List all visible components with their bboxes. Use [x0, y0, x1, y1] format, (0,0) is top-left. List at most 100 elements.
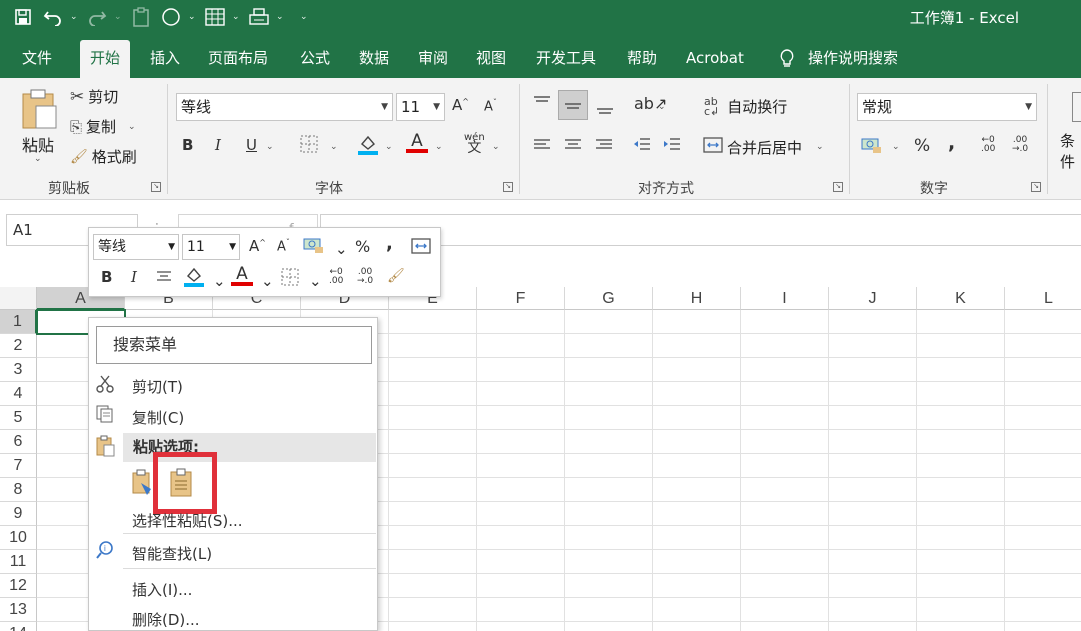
- tab-view[interactable]: 视图: [466, 40, 516, 78]
- menu-item-copy[interactable]: 复制(C): [132, 407, 184, 428]
- row-header[interactable]: 11: [0, 550, 37, 574]
- alignment-launcher-icon[interactable]: ↘: [833, 182, 843, 192]
- font-size-combo[interactable]: 11 ▼: [396, 93, 445, 121]
- undo-icon[interactable]: [40, 4, 66, 30]
- font-color-icon[interactable]: A: [231, 266, 253, 286]
- increase-decimal-icon[interactable]: ←0.00: [329, 268, 343, 286]
- border-icon[interactable]: [281, 268, 299, 290]
- menu-item-insert[interactable]: 插入(I)...: [132, 579, 192, 600]
- conditional-format-icon[interactable]: [1072, 92, 1081, 122]
- brush-icon[interactable]: 🖌: [387, 268, 405, 284]
- column-header[interactable]: K: [917, 287, 1005, 310]
- border-dropdown-icon[interactable]: ⌄: [309, 272, 322, 290]
- table-icon[interactable]: [202, 4, 228, 30]
- row-header[interactable]: 8: [0, 478, 37, 502]
- border-dropdown-icon[interactable]: ⌄: [330, 142, 338, 152]
- tab-file[interactable]: 文件: [12, 40, 62, 78]
- fill-dropdown-icon[interactable]: ⌄: [213, 272, 226, 290]
- printer-icon[interactable]: [246, 4, 272, 30]
- tab-review[interactable]: 审阅: [408, 40, 458, 78]
- font-name-combo[interactable]: 等线 ▼: [176, 93, 393, 121]
- font-color-dropdown-icon[interactable]: ⌄: [435, 142, 443, 152]
- save-icon[interactable]: [10, 4, 36, 30]
- comma-button[interactable]: ,: [948, 132, 955, 154]
- decrease-indent-icon[interactable]: [632, 136, 652, 158]
- decrease-font-icon[interactable]: Aˇ: [277, 238, 290, 254]
- row-header[interactable]: 14: [0, 622, 37, 631]
- row-header[interactable]: 4: [0, 382, 37, 406]
- column-header[interactable]: F: [477, 287, 565, 310]
- mini-font-combo[interactable]: 等线 ▼: [93, 234, 179, 260]
- undo-dropdown-icon[interactable]: ⌄: [70, 12, 80, 22]
- tell-me-search[interactable]: 操作说明搜索: [776, 40, 908, 78]
- number-launcher-icon[interactable]: ↘: [1031, 182, 1041, 192]
- format-painter-button[interactable]: 🖌 格式刷: [70, 146, 137, 167]
- table-dropdown-icon[interactable]: ⌄: [232, 12, 242, 22]
- copy-button[interactable]: ⎘ 复制 ⌄: [70, 116, 136, 137]
- row-header[interactable]: 1: [0, 310, 37, 334]
- italic-button[interactable]: I: [215, 136, 221, 154]
- accounting-format-icon[interactable]: [861, 136, 883, 158]
- tab-developer[interactable]: 开发工具: [526, 40, 606, 78]
- row-header[interactable]: 3: [0, 358, 37, 382]
- border-icon[interactable]: [300, 135, 318, 157]
- menu-search-input[interactable]: 搜索菜单: [96, 326, 372, 364]
- tab-home[interactable]: 开始: [80, 40, 131, 78]
- circle-shape-icon[interactable]: [158, 4, 184, 30]
- percent-button[interactable]: %: [914, 136, 930, 156]
- font-color-dropdown-icon[interactable]: ⌄: [261, 272, 274, 290]
- decrease-decimal-icon[interactable]: .00 →.0: [1012, 136, 1028, 154]
- accounting-format-icon[interactable]: [303, 236, 325, 258]
- increase-decimal-icon[interactable]: ←0.00: [981, 136, 995, 154]
- select-all-corner[interactable]: [0, 287, 37, 310]
- align-top-icon[interactable]: [532, 94, 552, 116]
- tab-page-layout[interactable]: 页面布局: [198, 40, 278, 78]
- column-header[interactable]: G: [565, 287, 653, 310]
- redo-icon[interactable]: [84, 4, 110, 30]
- merge-center-button[interactable]: 合并后居中 ⌄: [703, 136, 824, 158]
- customize-qat-icon[interactable]: ⌄: [300, 12, 310, 22]
- redo-dropdown-icon[interactable]: ⌄: [114, 12, 124, 22]
- phonetic-dropdown-icon[interactable]: ⌄: [492, 142, 500, 152]
- tab-formulas[interactable]: 公式: [290, 40, 340, 78]
- accounting-dropdown-icon[interactable]: ⌄: [335, 240, 348, 258]
- underline-button[interactable]: U: [246, 136, 257, 154]
- row-header[interactable]: 13: [0, 598, 37, 622]
- align-center-icon[interactable]: [155, 268, 173, 288]
- fill-color-icon[interactable]: [357, 134, 379, 160]
- paste-button[interactable]: 粘贴 ⌄: [18, 88, 60, 168]
- column-header[interactable]: J: [829, 287, 917, 310]
- increase-indent-icon[interactable]: [662, 136, 682, 158]
- conditional-format-button[interactable]: 条件: [1060, 130, 1081, 172]
- merge-icon[interactable]: [411, 237, 431, 259]
- underline-dropdown-icon[interactable]: ⌄: [266, 142, 274, 152]
- row-header[interactable]: 6: [0, 430, 37, 454]
- menu-item-paste-special[interactable]: 选择性粘贴(S)...: [132, 510, 243, 531]
- align-bottom-icon[interactable]: [595, 98, 615, 120]
- shape-dropdown-icon[interactable]: ⌄: [188, 12, 198, 22]
- align-center-icon[interactable]: [563, 136, 583, 158]
- mini-italic-button[interactable]: I: [131, 268, 137, 286]
- row-header[interactable]: 7: [0, 454, 37, 478]
- mini-size-combo[interactable]: 11 ▼: [182, 234, 240, 260]
- row-header[interactable]: 12: [0, 574, 37, 598]
- column-header[interactable]: H: [653, 287, 741, 310]
- align-right-icon[interactable]: [594, 136, 614, 158]
- bold-button[interactable]: B: [182, 136, 193, 154]
- number-format-combo[interactable]: 常规 ▼: [857, 93, 1037, 121]
- printer-dropdown-icon[interactable]: ⌄: [276, 12, 286, 22]
- mini-percent-button[interactable]: %: [355, 237, 370, 256]
- decrease-decimal-icon[interactable]: .00 →.0: [357, 268, 373, 286]
- clipboard-launcher-icon[interactable]: ↘: [151, 182, 161, 192]
- paste-qat-icon[interactable]: [128, 4, 154, 30]
- paste-formatting-icon[interactable]: [131, 469, 155, 497]
- row-header[interactable]: 2: [0, 334, 37, 358]
- align-left-icon[interactable]: [532, 136, 552, 158]
- tab-help[interactable]: 帮助: [617, 40, 667, 78]
- wrap-text-button[interactable]: ab c↲ 自动换行: [704, 96, 787, 117]
- menu-item-cut[interactable]: 剪切(T): [132, 376, 183, 397]
- column-header[interactable]: I: [741, 287, 829, 310]
- increase-font-icon[interactable]: A^: [452, 96, 469, 114]
- column-header[interactable]: L: [1005, 287, 1081, 310]
- cut-button[interactable]: ✂ 剪切: [70, 86, 118, 107]
